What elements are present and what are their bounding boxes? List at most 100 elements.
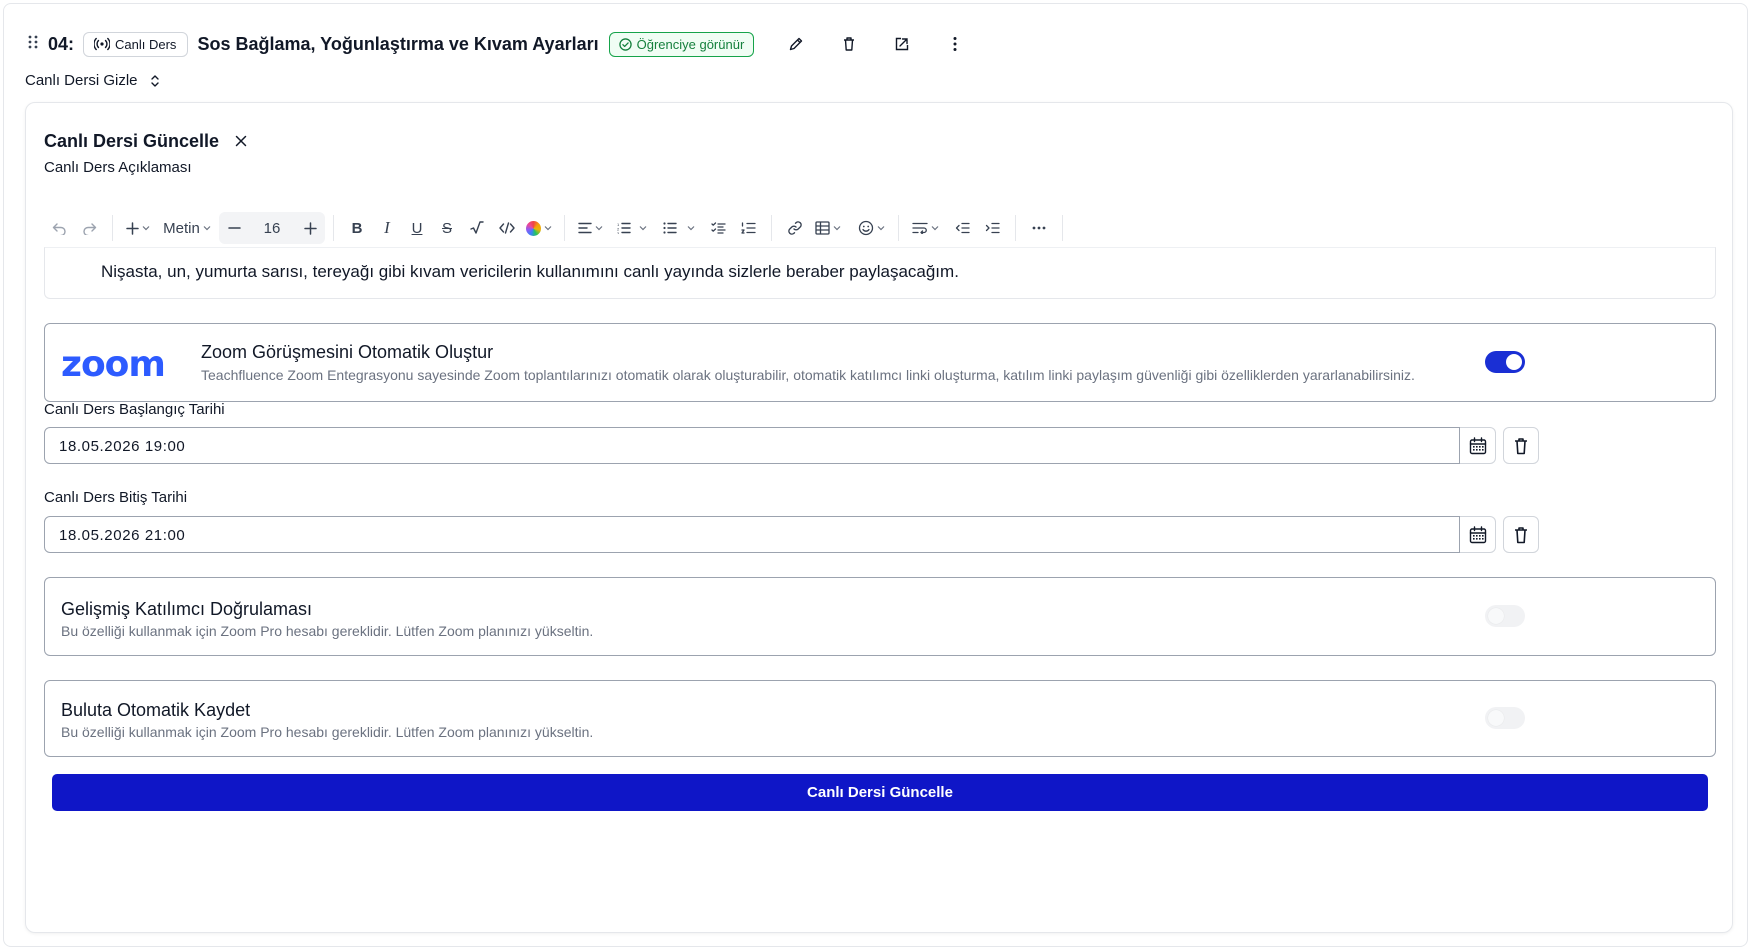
text-wrap-icon [911, 222, 928, 234]
svg-text:3: 3 [617, 231, 620, 234]
ellipsis-icon [1032, 226, 1046, 230]
list-numbers-icon [740, 222, 756, 234]
end-date-calendar-button[interactable] [1460, 516, 1496, 553]
toolbar-divider [112, 215, 113, 241]
chevron-down-icon [877, 226, 884, 231]
editor-toolbar: Metin 16 B I U S 1 2 3 [44, 209, 1716, 247]
start-date-input[interactable]: 18.05.2026 19:00 [44, 427, 1460, 464]
advanced-verification-box: Gelişmiş Katılımcı Doğrulaması Bu özelli… [44, 577, 1716, 656]
start-date-calendar-button[interactable] [1460, 427, 1496, 464]
text-color-button[interactable] [522, 213, 556, 243]
delete-lesson-button[interactable] [837, 32, 861, 56]
zoom-option-title: Zoom Görüşmesini Otomatik Oluştur [201, 342, 494, 362]
toolbar-divider [564, 215, 565, 241]
lesson-panel: 04: Canlı Ders Sos Bağlama, Yoğunlaştırm… [3, 3, 1748, 947]
font-size-input[interactable]: 16 [249, 213, 295, 243]
update-live-lesson-button[interactable]: Canlı Dersi Güncelle [52, 774, 1708, 811]
align-button[interactable] [573, 213, 607, 243]
underline-button[interactable]: U [402, 213, 432, 243]
broadcast-icon [94, 37, 111, 51]
chevron-down-icon [833, 226, 841, 231]
edit-button[interactable] [784, 32, 808, 56]
card-title: Canlı Dersi Güncelle [44, 131, 220, 151]
code-icon [499, 222, 515, 234]
kebab-menu-icon [953, 37, 957, 51]
description-content[interactable]: Nişasta, un, yumurta sarısı, tereyağı gi… [101, 262, 959, 282]
start-date-clear-button[interactable] [1503, 427, 1539, 464]
ordered-list-dropdown[interactable] [635, 213, 651, 243]
zoom-auto-create-toggle[interactable] [1485, 351, 1525, 373]
undo-button[interactable] [44, 213, 74, 243]
checklist-icon [710, 222, 726, 234]
bullet-list-button[interactable] [657, 213, 683, 243]
calendar-icon [1469, 436, 1486, 454]
insert-block-button[interactable] [121, 213, 155, 243]
underline-icon: U [411, 219, 423, 237]
strikethrough-button[interactable]: S [432, 213, 462, 243]
cloud-record-title: Buluta Otomatik Kaydet [61, 700, 251, 720]
indent-icon [985, 222, 1000, 234]
advanced-verification-toggle[interactable] [1485, 605, 1525, 627]
end-date-clear-button[interactable] [1503, 516, 1539, 553]
lesson-type-pill: Canlı Ders [83, 31, 189, 57]
advanced-verification-title: Gelişmiş Katılımcı Doğrulaması [61, 599, 313, 619]
math-button[interactable] [462, 213, 492, 243]
checklist-button[interactable] [703, 213, 733, 243]
lesson-number: 04: [48, 33, 75, 54]
outdent-button[interactable] [947, 213, 977, 243]
trash-icon [844, 37, 854, 51]
table-button[interactable] [810, 213, 846, 243]
more-options-button[interactable] [943, 32, 967, 56]
chevron-down-icon [203, 226, 211, 231]
toolbar-divider [898, 215, 899, 241]
numbered-steps-button[interactable] [733, 213, 763, 243]
link-button[interactable] [780, 213, 810, 243]
hide-live-lesson-toggle[interactable]: Canlı Dersi Gizle [25, 72, 160, 89]
open-external-button[interactable] [890, 32, 914, 56]
smiley-icon [858, 220, 873, 236]
bold-button[interactable]: B [342, 213, 372, 243]
plus-icon [303, 221, 317, 235]
toolbar-divider [771, 215, 772, 241]
drag-handle-icon[interactable] [28, 35, 42, 53]
indent-button[interactable] [977, 213, 1007, 243]
description-label: Canlı Ders Açıklaması [44, 159, 192, 176]
link-icon [788, 221, 802, 235]
close-icon [235, 135, 247, 147]
lesson-header: 04: Canlı Ders Sos Bağlama, Yoğunlaştırm… [28, 30, 755, 58]
lesson-title: Sos Bağlama, Yoğunlaştırma ve Kıvam Ayar… [197, 33, 599, 54]
bold-icon: B [351, 219, 363, 237]
line-height-button[interactable] [907, 213, 943, 243]
end-date-input[interactable]: 18.05.2026 21:00 [44, 516, 1460, 553]
visibility-badge: Öğrenciye görünür [608, 31, 755, 57]
text-style-value: Metin [163, 219, 200, 237]
description-editor[interactable]: Nişasta, un, yumurta sarısı, tereyağı gi… [44, 247, 1716, 299]
text-style-select[interactable]: Metin [155, 213, 219, 243]
chevron-down-icon [544, 226, 552, 231]
bullet-list-icon [663, 222, 677, 234]
italic-button[interactable]: I [372, 213, 402, 243]
trash-icon [1515, 437, 1527, 454]
end-date-label: Canlı Ders Bitiş Tarihi [44, 489, 188, 506]
zoom-option-description: Teachfluence Zoom Entegrasyonu sayesinde… [201, 367, 1415, 383]
ordered-list-icon: 123 [617, 222, 631, 234]
font-size-increase-button[interactable] [295, 213, 325, 243]
redo-button[interactable] [74, 213, 104, 243]
bullet-list-dropdown[interactable] [683, 213, 699, 243]
cloud-record-toggle[interactable] [1485, 707, 1525, 729]
chevron-down-icon [639, 226, 647, 231]
advanced-verification-description: Bu özelliği kullanmak için Zoom Pro hesa… [61, 623, 594, 639]
close-button[interactable] [231, 131, 251, 151]
chevron-down-icon [931, 226, 938, 231]
code-button[interactable] [492, 213, 522, 243]
align-left-icon [577, 222, 592, 234]
chevron-down-icon [687, 226, 695, 231]
toolbar-divider [1062, 215, 1063, 241]
emoji-button[interactable] [852, 213, 890, 243]
ordered-list-button[interactable]: 123 [613, 213, 635, 243]
square-root-icon [470, 221, 484, 234]
more-tools-button[interactable] [1024, 213, 1054, 243]
font-size-decrease-button[interactable] [219, 213, 249, 243]
visibility-badge-label: Öğrenciye görünür [636, 36, 745, 52]
cloud-record-box: Buluta Otomatik Kaydet Bu özelliği kulla… [44, 680, 1716, 757]
